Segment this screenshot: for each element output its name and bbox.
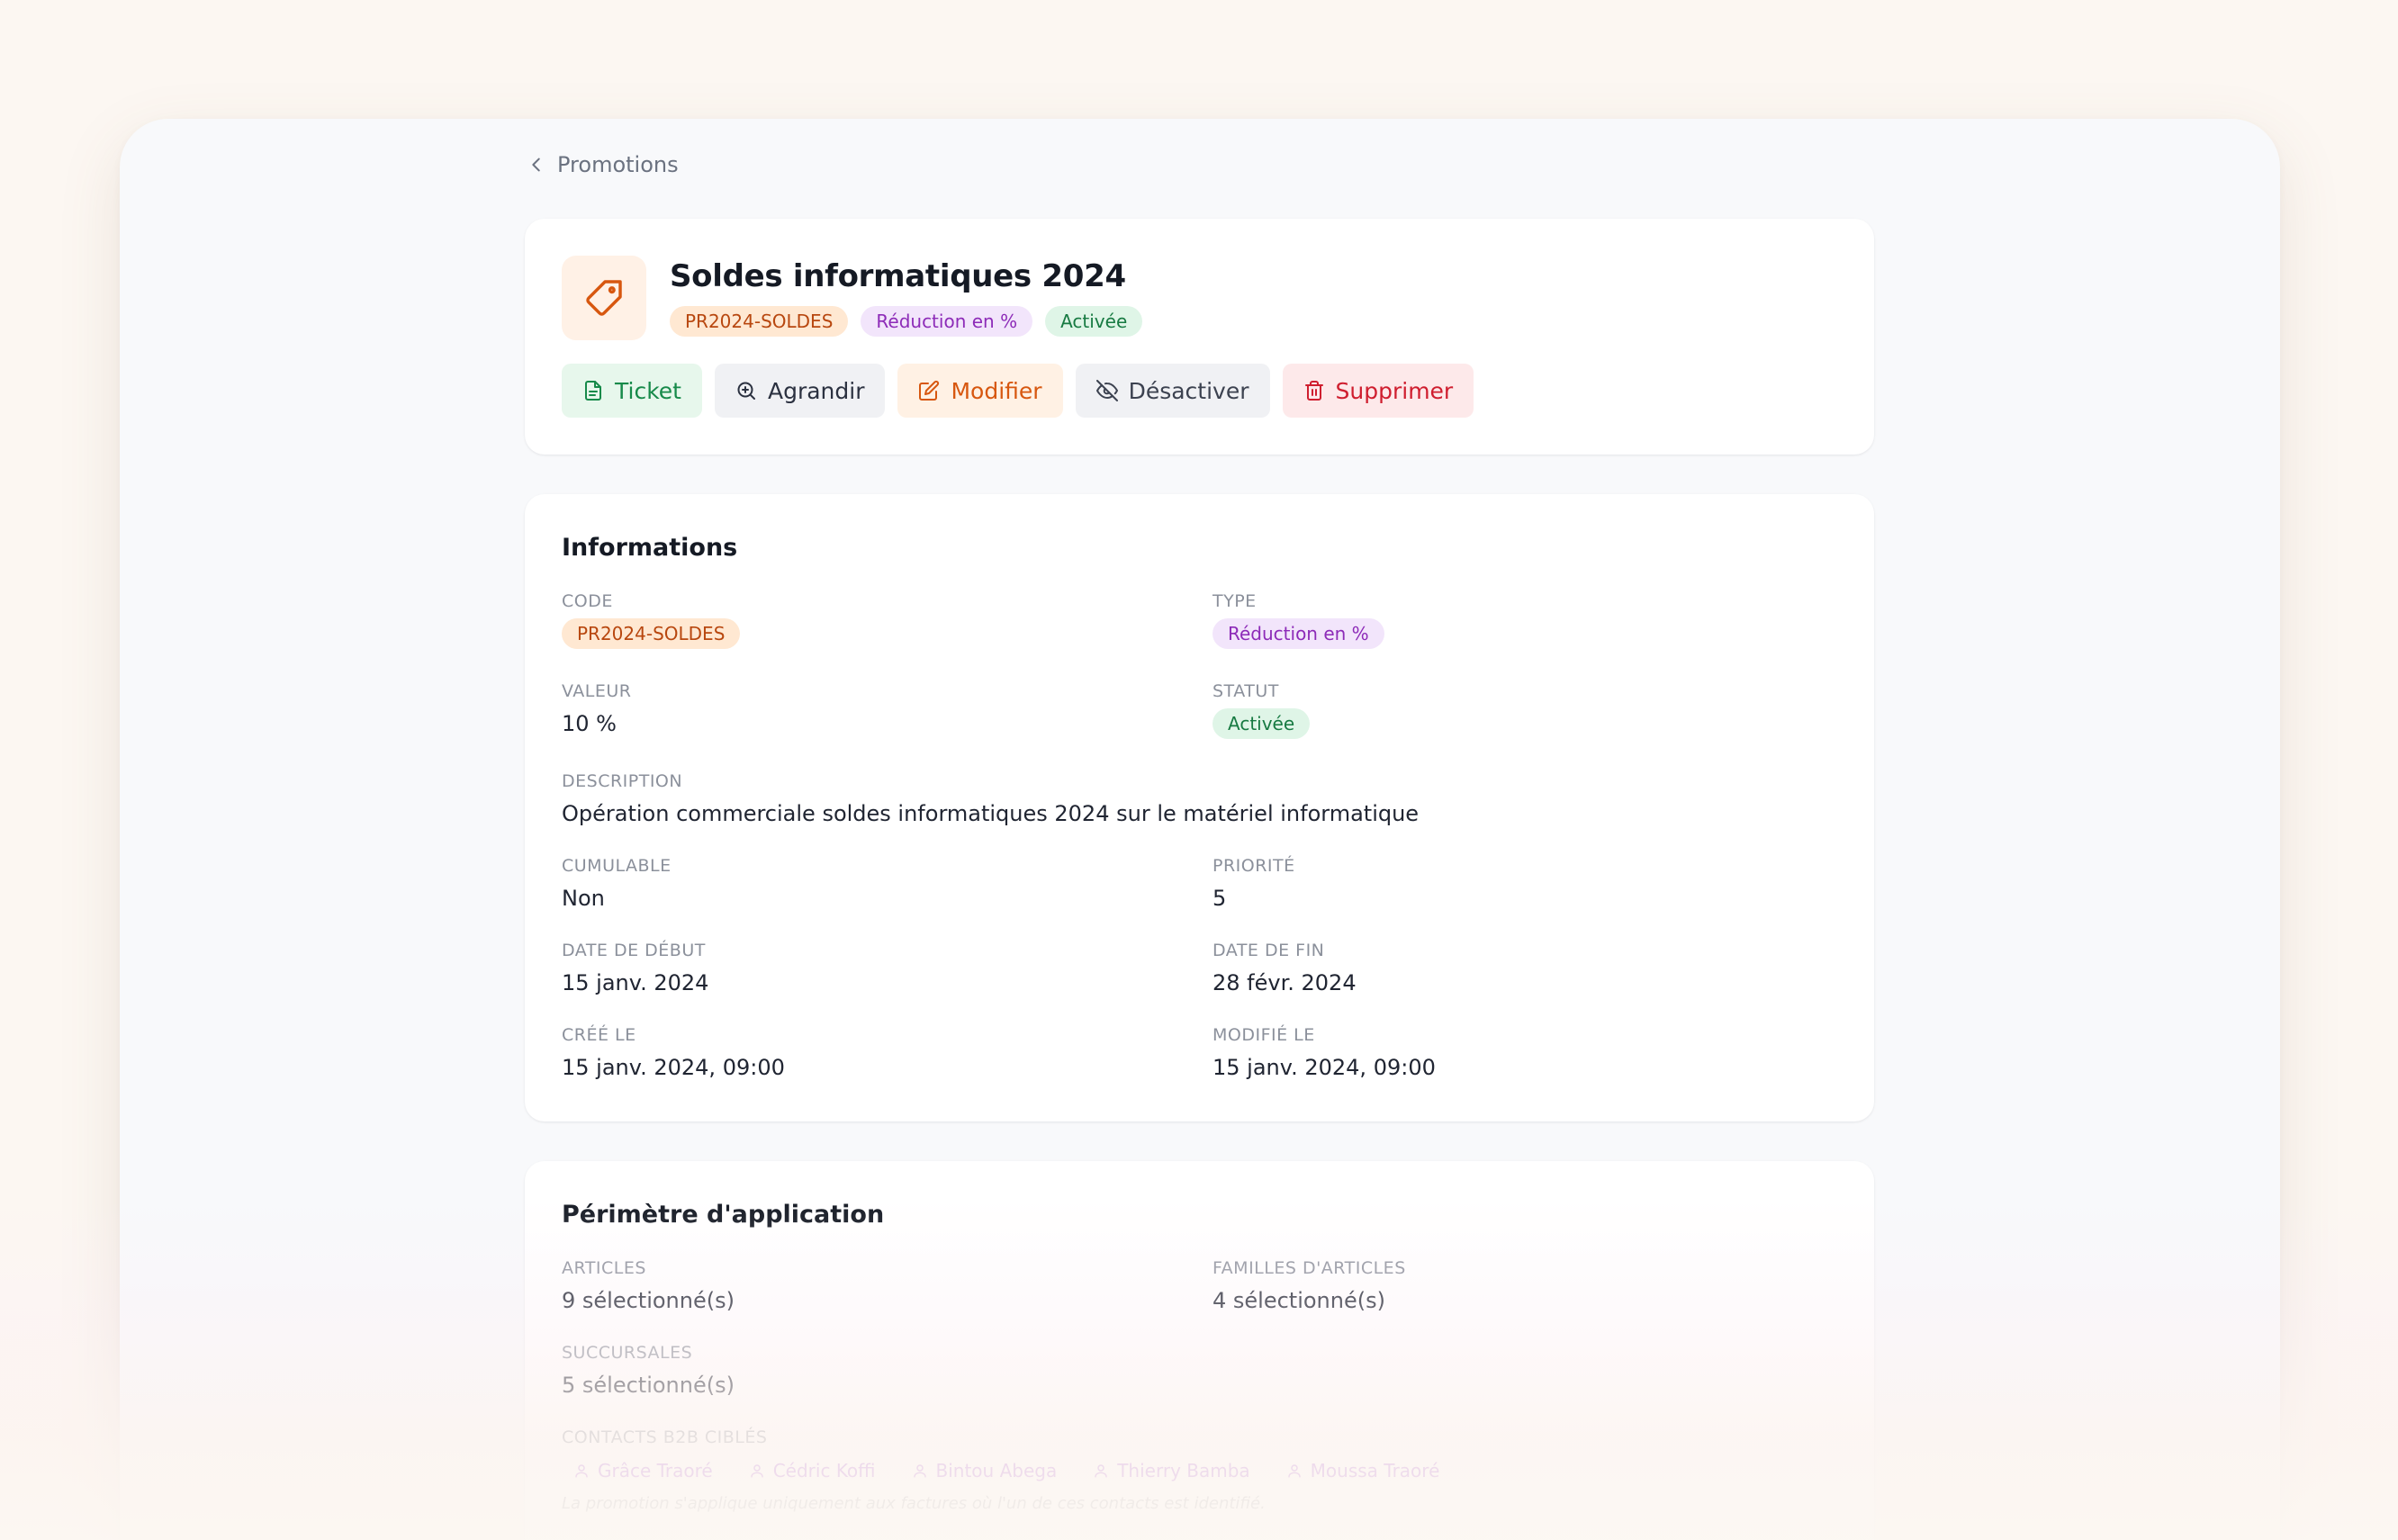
date-debut-field: DATE DE DÉBUT 15 janv. 2024 <box>562 939 708 996</box>
contact-name: Moussa Traoré <box>1310 1460 1440 1481</box>
articles-field: ARTICLES 9 sélectionné(s) <box>562 1256 735 1314</box>
code-value-badge: PR2024-SOLDES <box>562 618 741 649</box>
scope-card: Périmètre d'application ARTICLES 9 sélec… <box>525 1161 1874 1540</box>
delete-button[interactable]: Supprimer <box>1282 364 1474 418</box>
cumulable-value: Non <box>562 886 605 911</box>
user-icon <box>1287 1464 1301 1478</box>
date-debut-value: 15 janv. 2024 <box>562 970 709 995</box>
description-label: DESCRIPTION <box>562 771 683 791</box>
trash-icon <box>1304 381 1323 401</box>
edit-button-label: Modifier <box>951 377 1042 404</box>
date-fin-field: DATE DE FIN 28 févr. 2024 <box>1213 939 1357 996</box>
user-icon <box>913 1464 926 1478</box>
informations-card: Informations CODE PR2024-SOLDES TYPE Réd… <box>525 494 1874 1121</box>
date-fin-label: DATE DE FIN <box>1213 941 1325 960</box>
contact-name: Grâce Traoré <box>598 1460 713 1481</box>
disable-button-label: Désactiver <box>1128 377 1249 404</box>
succursales-value: 5 sélectionné(s) <box>562 1373 735 1398</box>
articles-label: ARTICLES <box>562 1258 646 1278</box>
date-fin-value: 28 févr. 2024 <box>1213 970 1357 995</box>
contact-name: Thierry Bamba <box>1117 1460 1250 1481</box>
contact-name: Cédric Koffi <box>772 1460 876 1481</box>
eye-off-icon <box>1095 380 1118 401</box>
familles-field: FAMILLES D'ARTICLES 4 sélectionné(s) <box>1213 1256 1406 1314</box>
contact-chip[interactable]: Thierry Bamba <box>1081 1454 1261 1487</box>
contact-name: Bintou Abega <box>935 1460 1058 1481</box>
cumulable-field: CUMULABLE Non <box>562 854 672 912</box>
promotion-header-card: Soldes informatiques 2024 PR2024-SOLDES … <box>525 219 1874 455</box>
chevron-left-icon <box>532 158 540 172</box>
articles-value: 9 sélectionné(s) <box>562 1288 735 1313</box>
status-badge: Activée <box>1045 306 1143 337</box>
cree-le-field: CRÉÉ LE 15 janv. 2024, 09:00 <box>562 1023 785 1081</box>
contact-chip[interactable]: Moussa Traoré <box>1275 1454 1452 1487</box>
page-title: Soldes informatiques 2024 <box>670 258 1126 294</box>
cumulable-label: CUMULABLE <box>562 856 672 876</box>
description-value: Opération commerciale soldes informatiqu… <box>562 801 1420 826</box>
priorite-value: 5 <box>1213 886 1227 911</box>
contact-chip[interactable]: Grâce Traoré <box>562 1454 725 1487</box>
edit-icon <box>919 380 940 401</box>
action-toolbar: Ticket Agrandir Modifier Désactiver Supp… <box>562 364 1474 418</box>
scope-title: Périmètre d'application <box>562 1201 885 1229</box>
user-icon <box>575 1464 588 1478</box>
modifie-le-value: 15 janv. 2024, 09:00 <box>1213 1055 1436 1080</box>
valeur-field: VALEUR 10 % <box>562 680 631 737</box>
type-field: TYPE Réduction en % <box>1213 590 1384 649</box>
breadcrumb[interactable]: Promotions <box>527 151 679 178</box>
familles-value: 4 sélectionné(s) <box>1213 1288 1385 1313</box>
contact-chip[interactable]: Bintou Abega <box>900 1454 1069 1487</box>
valeur-value: 10 % <box>562 711 617 736</box>
succursales-field: SUCCURSALES 5 sélectionné(s) <box>562 1341 735 1399</box>
header-badges: PR2024-SOLDES Réduction en % Activée <box>670 306 1143 337</box>
cree-le-label: CRÉÉ LE <box>562 1025 636 1045</box>
contacts-note: La promotion s'applique uniquement aux f… <box>562 1494 1266 1513</box>
cree-le-value: 15 janv. 2024, 09:00 <box>562 1055 785 1080</box>
ticket-button-label: Ticket <box>615 377 681 404</box>
description-field: DESCRIPTION Opération commerciale soldes… <box>562 770 1419 827</box>
user-icon <box>750 1464 763 1478</box>
type-badge: Réduction en % <box>861 306 1033 337</box>
tag-icon <box>562 256 646 340</box>
valeur-label: VALEUR <box>562 681 632 701</box>
breadcrumb-label: Promotions <box>557 152 679 177</box>
document-icon <box>585 381 601 401</box>
succursales-label: SUCCURSALES <box>562 1343 693 1363</box>
ticket-button[interactable]: Ticket <box>562 364 702 418</box>
type-value-badge: Réduction en % <box>1213 618 1384 649</box>
informations-title: Informations <box>562 534 738 562</box>
contacts-field: CONTACTS B2B CIBLÉS Grâce Traoré Cédric … <box>562 1426 1451 1513</box>
priorite-field: PRIORITÉ 5 <box>1213 854 1295 912</box>
priorite-label: PRIORITÉ <box>1213 856 1295 876</box>
familles-label: FAMILLES D'ARTICLES <box>1213 1258 1406 1278</box>
zoom-button[interactable]: Agrandir <box>714 364 886 418</box>
zoom-in-icon <box>737 382 755 400</box>
type-label: TYPE <box>1213 591 1257 611</box>
delete-button-label: Supprimer <box>1335 377 1454 404</box>
contacts-label: CONTACTS B2B CIBLÉS <box>562 1427 768 1447</box>
edit-button[interactable]: Modifier <box>897 364 1063 418</box>
user-icon <box>1095 1464 1107 1478</box>
code-badge: PR2024-SOLDES <box>670 306 849 337</box>
statut-field: STATUT Activée <box>1213 680 1311 739</box>
statut-value-badge: Activée <box>1213 708 1311 739</box>
code-field: CODE PR2024-SOLDES <box>562 590 741 649</box>
modifie-le-field: MODIFIÉ LE 15 janv. 2024, 09:00 <box>1213 1023 1436 1081</box>
modifie-le-label: MODIFIÉ LE <box>1213 1025 1315 1045</box>
code-label: CODE <box>562 591 613 611</box>
zoom-button-label: Agrandir <box>767 377 865 404</box>
statut-label: STATUT <box>1213 681 1279 701</box>
contacts-list: Grâce Traoré Cédric Koffi Bintou Abega T… <box>562 1454 1451 1487</box>
disable-button[interactable]: Désactiver <box>1075 364 1270 418</box>
contact-chip[interactable]: Cédric Koffi <box>737 1454 888 1487</box>
date-debut-label: DATE DE DÉBUT <box>562 941 706 960</box>
